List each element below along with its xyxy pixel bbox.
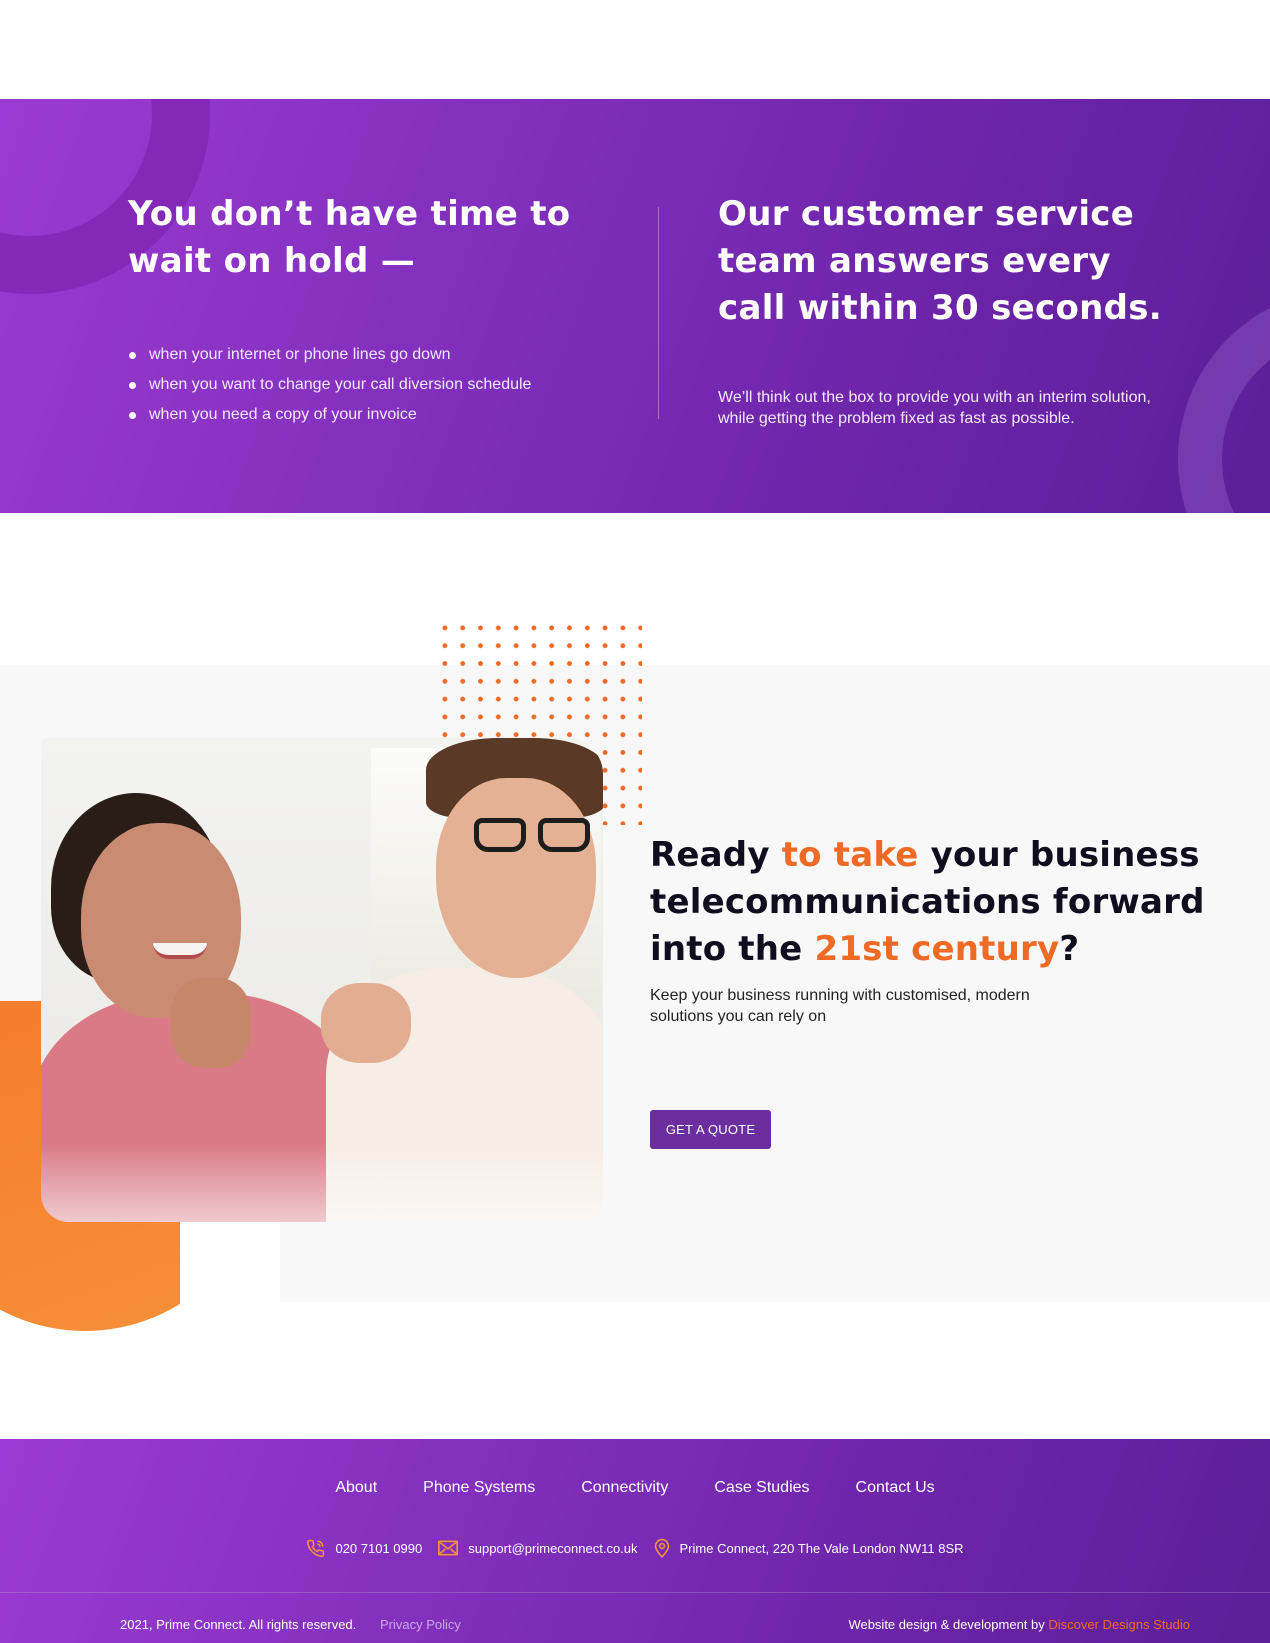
privacy-policy-link[interactable]: Privacy Policy — [380, 1617, 461, 1632]
footer-contacts: 020 7101 0990 support@primeconnect.co.uk… — [0, 1538, 1270, 1558]
footer-divider — [0, 1592, 1270, 1593]
hero-left-column: You don’t have time to wait on hold — wh… — [128, 191, 628, 430]
footer-phone[interactable]: 020 7101 0990 — [306, 1539, 422, 1558]
hero-bullet-item: when your internet or phone lines go dow… — [128, 340, 628, 370]
footer-address: Prime Connect, 220 The Vale London NW11 … — [654, 1538, 964, 1558]
hero-left-heading-line: You don’t have time to — [128, 194, 571, 234]
envelope-icon — [438, 1540, 459, 1556]
footer-nav-phone-systems[interactable]: Phone Systems — [423, 1479, 535, 1497]
hero-right-heading-line: team answers every — [718, 241, 1111, 281]
map-pin-icon — [654, 1538, 669, 1558]
hero-subtext-line: We’ll think out the box to provide you w… — [718, 389, 1151, 406]
cta-subtext: Keep your business running with customis… — [650, 987, 1030, 1025]
cta-heading-highlight: 21st century — [814, 929, 1060, 969]
hero-subtext-line: while getting the problem fixed as fast … — [718, 410, 1075, 427]
footer-nav-about[interactable]: About — [335, 1479, 377, 1497]
cta-heading-highlight: to take — [781, 835, 919, 875]
column-divider — [658, 207, 659, 419]
team-photo — [41, 738, 603, 1222]
hero-bullet-list: when your internet or phone lines go dow… — [128, 340, 628, 430]
hero-bullet-item: when you need a copy of your invoice — [128, 400, 628, 430]
hero-right-heading-line: call within 30 seconds. — [718, 288, 1163, 328]
cta-heading: Ready to take your business telecommunic… — [650, 835, 1205, 969]
footer-nav-case-studies[interactable]: Case Studies — [714, 1479, 809, 1497]
footer-email-text: support@primeconnect.co.uk — [468, 1540, 638, 1556]
hero-left-heading: You don’t have time to wait on hold — — [128, 191, 628, 285]
footer-nav-contact-us[interactable]: Contact Us — [856, 1479, 935, 1497]
footer-nav: About Phone Systems Connectivity Case St… — [0, 1479, 1270, 1497]
hero-left-heading-line: wait on hold — — [128, 241, 416, 281]
cta-text-block: Ready to take your business telecommunic… — [650, 832, 1230, 1027]
hero-right-heading-line: Our customer service — [718, 194, 1135, 234]
studio-link[interactable]: Discover Designs Studio — [1048, 1617, 1190, 1632]
hero-right-heading: Our customer service team answers every … — [718, 191, 1218, 332]
copyright-text: 2021, Prime Connect. All rights reserved… — [120, 1617, 357, 1632]
footer-address-text: Prime Connect, 220 The Vale London NW11 … — [679, 1540, 964, 1556]
hero-right-column: Our customer service team answers every … — [718, 191, 1218, 429]
hero-band: You don’t have time to wait on hold — wh… — [0, 99, 1270, 513]
footer-email[interactable]: support@primeconnect.co.uk — [438, 1540, 638, 1556]
site-footer: About Phone Systems Connectivity Case St… — [0, 1439, 1270, 1643]
get-a-quote-button[interactable]: GET A QUOTE — [650, 1110, 771, 1149]
hero-bullet-item: when you want to change your call divers… — [128, 370, 628, 400]
hero-subtext: We’ll think out the box to provide you w… — [718, 387, 1188, 429]
phone-icon — [307, 1539, 325, 1557]
footer-phone-text: 020 7101 0990 — [335, 1540, 423, 1556]
footer-nav-connectivity[interactable]: Connectivity — [581, 1479, 668, 1497]
design-credit: Website design & development by Discover… — [848, 1617, 1190, 1632]
